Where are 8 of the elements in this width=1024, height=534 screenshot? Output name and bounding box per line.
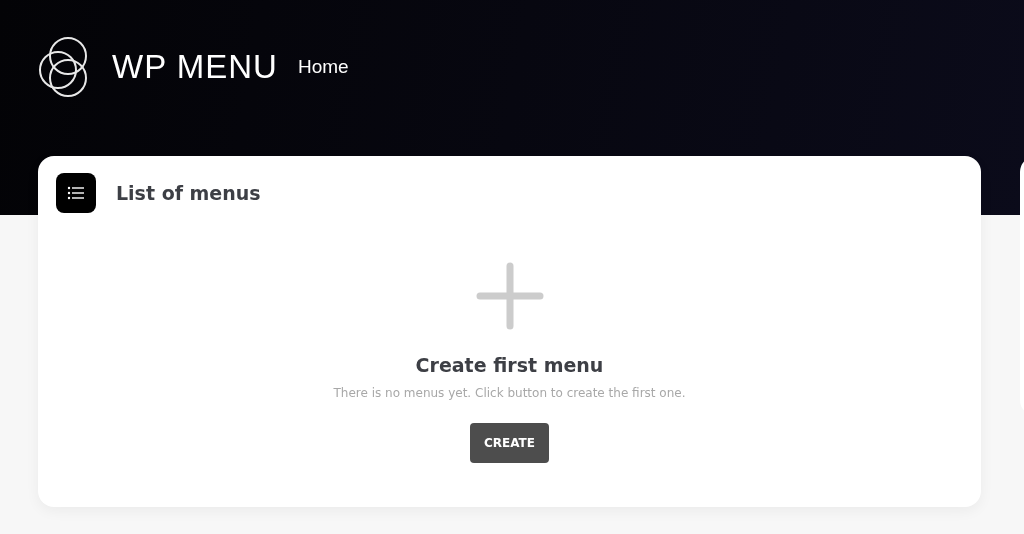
brand-name: WP MENU <box>112 48 278 86</box>
empty-heading: Create first menu <box>415 354 604 376</box>
nav-link[interactable]: Home <box>297 56 349 78</box>
plus-icon <box>475 262 544 330</box>
card-title: List of menus <box>116 182 261 204</box>
list-icon <box>56 173 96 213</box>
create-button[interactable]: CREATE <box>470 423 549 463</box>
empty-message: There is no menus yet. Click button to create the first one. <box>333 386 686 400</box>
